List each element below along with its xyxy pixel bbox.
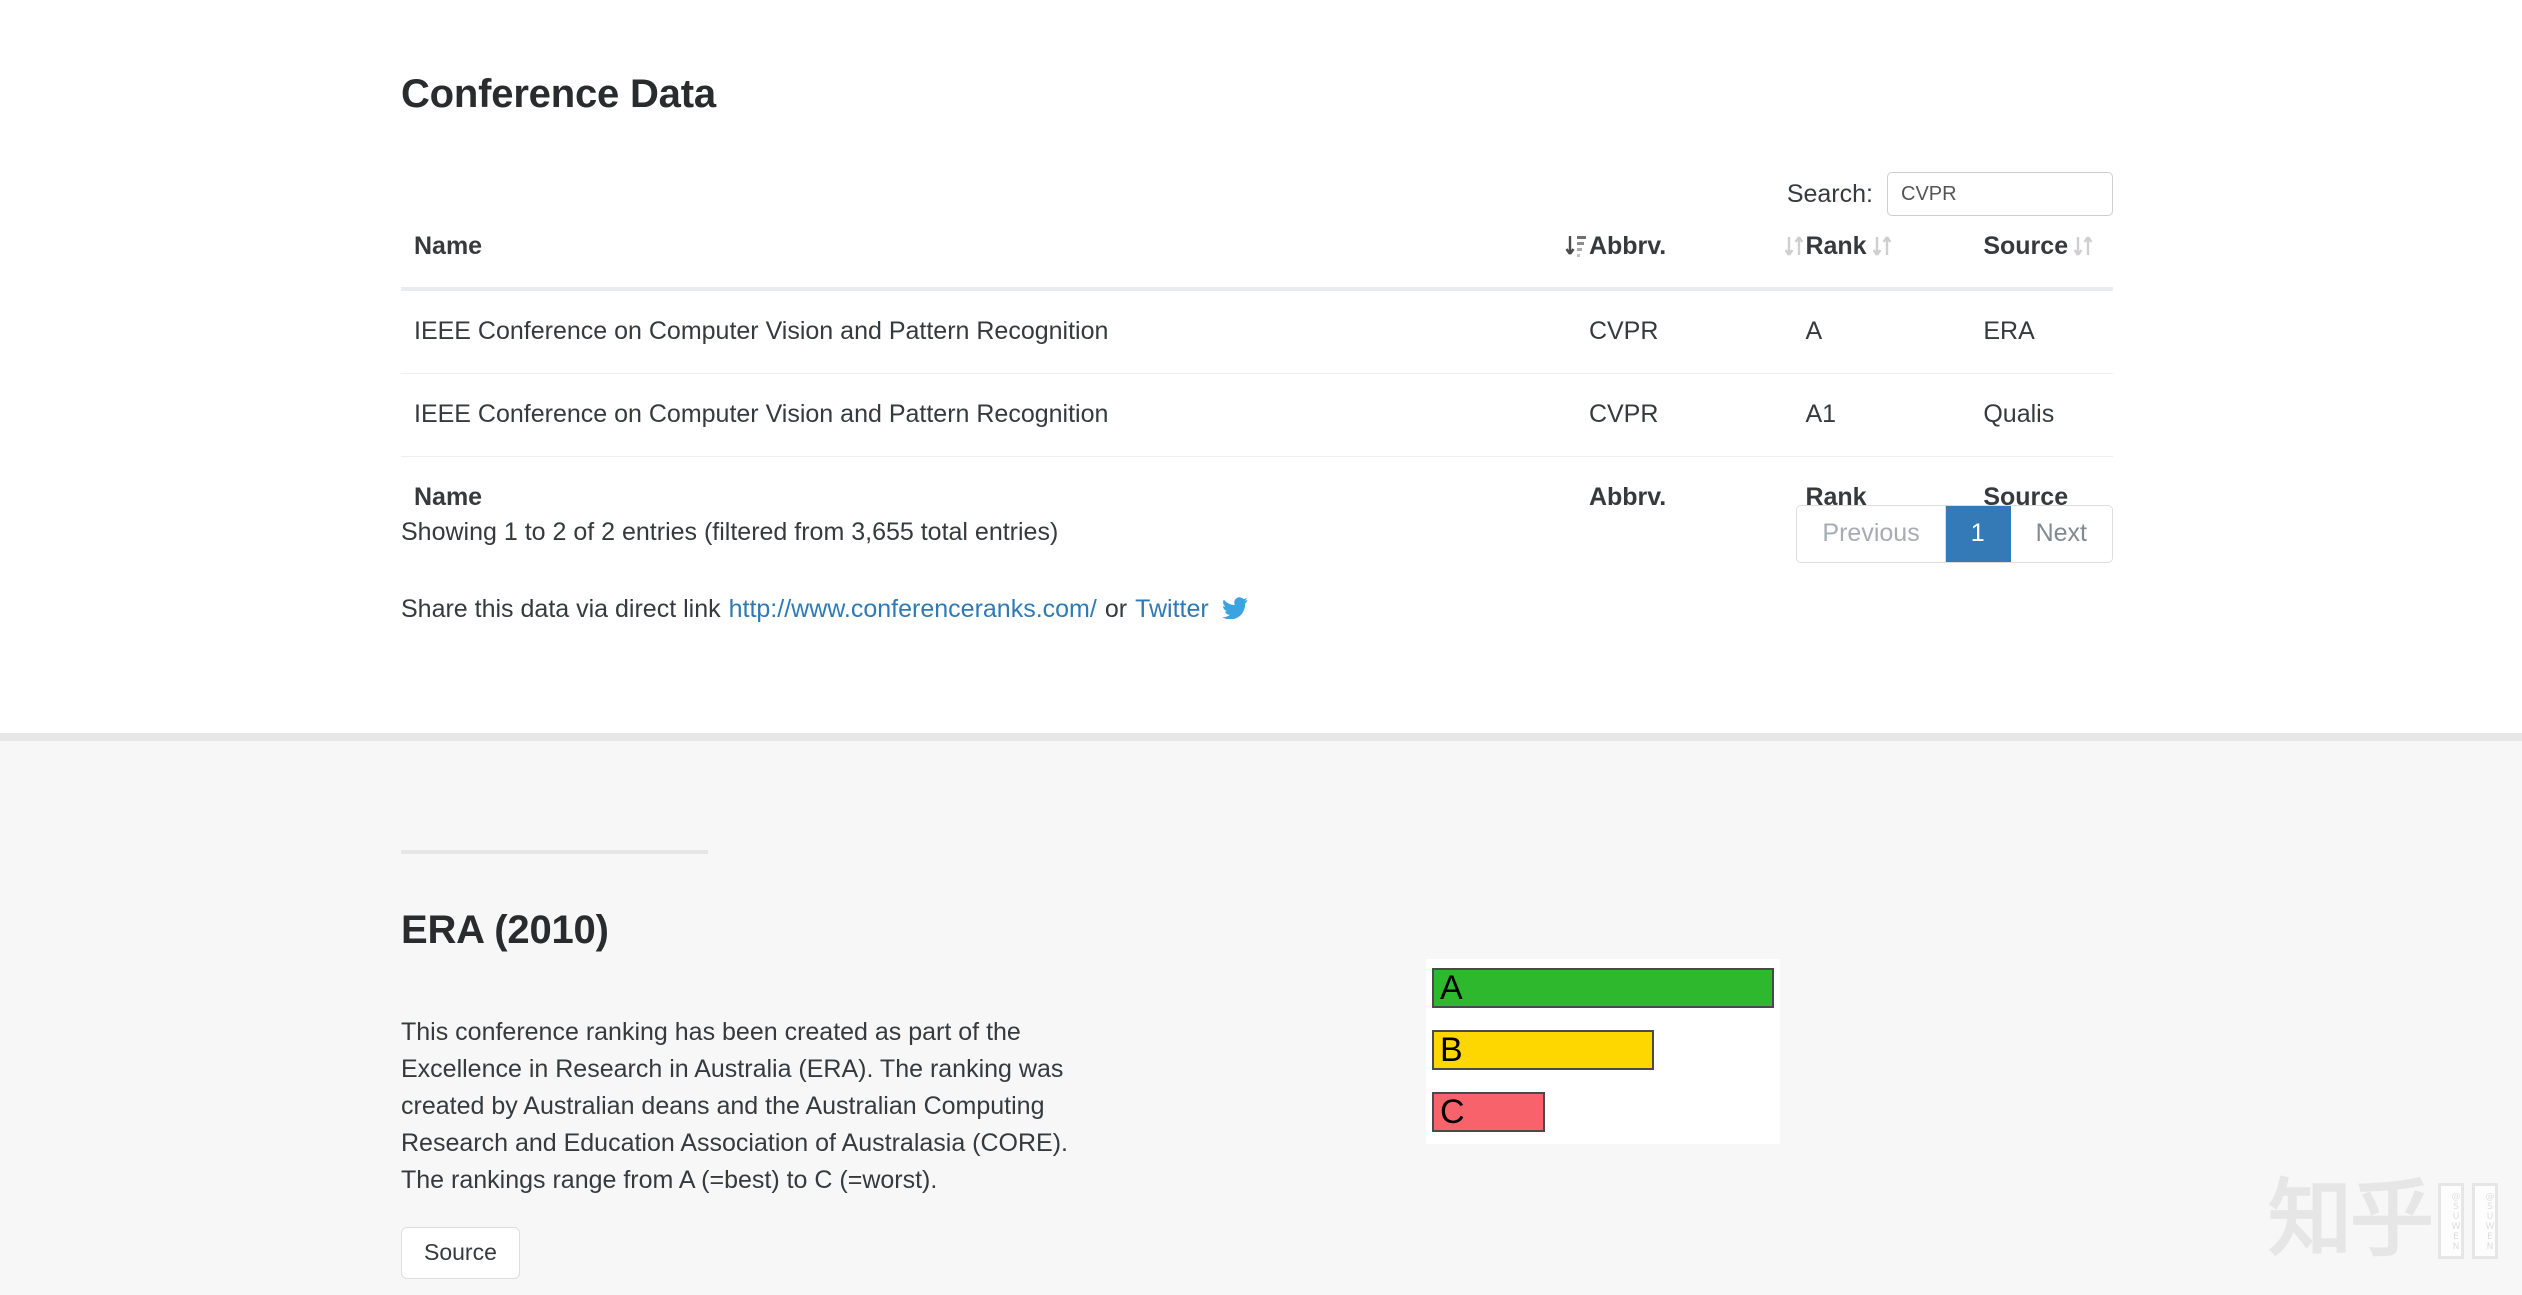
twitter-link[interactable]: Twitter <box>1135 595 1209 624</box>
table-foot: Name Abbrv. Rank Source <box>401 457 2113 513</box>
conference-table: Name <box>401 232 2113 512</box>
column-header-rank[interactable]: Rank <box>1805 232 1983 289</box>
column-header-name[interactable]: Name <box>401 232 1589 289</box>
chart-bar-row-a: A <box>1432 968 1774 1008</box>
share-prefix-text: Share this data via direct link <box>401 595 721 624</box>
table-body: IEEE Conference on Computer Vision and P… <box>401 289 2113 457</box>
era-divider <box>401 850 708 854</box>
rank-scale-chart: A B C <box>1426 959 1780 1144</box>
pagination-previous[interactable]: Previous <box>1797 506 1945 562</box>
era-source-button[interactable]: Source <box>401 1227 520 1279</box>
cell-abbrv: CVPR <box>1589 289 1806 374</box>
column-header-source-label: Source <box>1983 232 2068 261</box>
era-title: ERA (2010) <box>401 908 609 953</box>
era-description: This conference ranking has been created… <box>401 1014 1101 1199</box>
gray-section <box>0 741 2522 1295</box>
cell-abbrv: CVPR <box>1589 374 1806 457</box>
column-header-name-label: Name <box>414 232 482 261</box>
chart-bar-label-a: A <box>1434 971 1463 1005</box>
column-header-source[interactable]: Source <box>1983 232 2113 289</box>
twitter-bird-icon[interactable] <box>1222 597 1248 626</box>
chart-bar-row-c: C <box>1432 1092 1545 1132</box>
pagination-page-1[interactable]: 1 <box>1946 506 2011 562</box>
cell-name: IEEE Conference on Computer Vision and P… <box>401 374 1589 457</box>
footer-header-source: Source <box>1983 457 2113 513</box>
chart-bar-a: A <box>1432 968 1774 1008</box>
footer-header-abbrv: Abbrv. <box>1589 457 1806 513</box>
table-head: Name <box>401 232 2113 289</box>
table-info: Showing 1 to 2 of 2 entries (filtered fr… <box>401 518 1058 547</box>
conference-table-wrapper: Name <box>401 232 2113 512</box>
sort-icon <box>1871 233 1893 259</box>
cell-rank: A <box>1805 289 1983 374</box>
sort-amount-down-icon <box>1565 233 1589 259</box>
sort-icon <box>2072 233 2094 259</box>
search-control: Search: <box>1787 172 2113 216</box>
chart-bar-b: B <box>1432 1030 1654 1070</box>
chart-bar-row-b: B <box>1432 1030 1654 1070</box>
table-row[interactable]: IEEE Conference on Computer Vision and P… <box>401 374 2113 457</box>
page-root: Conference Data Search: Name <box>0 0 2522 1295</box>
chart-bar-c: C <box>1432 1092 1545 1132</box>
direct-link[interactable]: http://www.conferenceranks.com/ <box>729 595 1097 624</box>
footer-header-name: Name <box>401 457 1589 513</box>
table-row[interactable]: IEEE Conference on Computer Vision and P… <box>401 289 2113 374</box>
table-footer-row: Name Abbrv. Rank Source <box>401 457 2113 513</box>
column-header-abbrv[interactable]: Abbrv. <box>1589 232 1806 289</box>
cell-name: IEEE Conference on Computer Vision and P… <box>401 289 1589 374</box>
column-header-abbrv-label: Abbrv. <box>1589 232 1666 261</box>
search-label: Search: <box>1787 180 1873 209</box>
sort-icon <box>1783 233 1805 259</box>
column-header-rank-label: Rank <box>1805 232 1866 261</box>
pagination-next[interactable]: Next <box>2011 506 2112 562</box>
footer-header-rank: Rank <box>1805 457 1983 513</box>
chart-bar-label-b: B <box>1434 1033 1463 1067</box>
page-title: Conference Data <box>401 72 716 117</box>
chart-bar-label-c: C <box>1434 1095 1465 1129</box>
table-header-row: Name <box>401 232 2113 289</box>
section-divider <box>0 733 2522 741</box>
cell-source: ERA <box>1983 289 2113 374</box>
share-separator: or <box>1105 595 1127 624</box>
cell-source: Qualis <box>1983 374 2113 457</box>
share-line: Share this data via direct link http://w… <box>401 595 1248 624</box>
pagination: Previous 1 Next <box>1796 505 2113 563</box>
search-input[interactable] <box>1887 172 2113 216</box>
cell-rank: A1 <box>1805 374 1983 457</box>
